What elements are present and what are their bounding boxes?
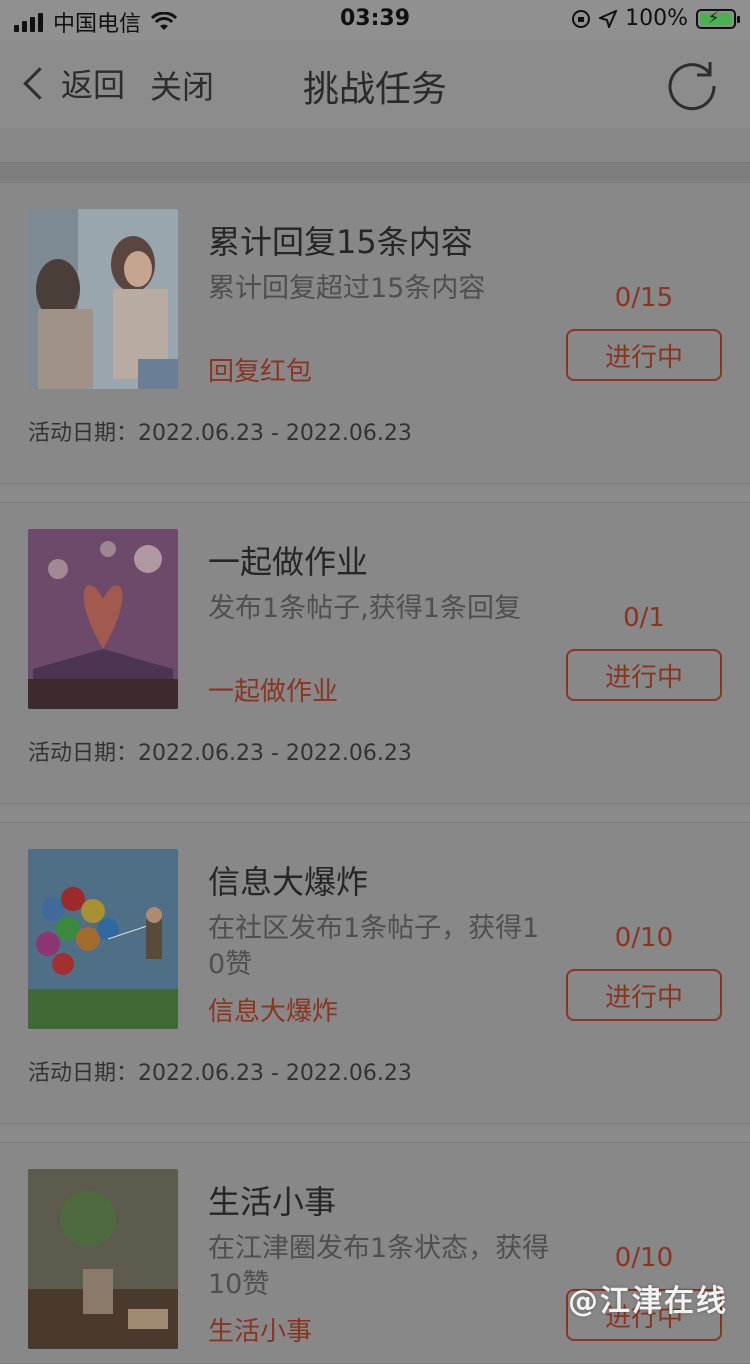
task-status-button[interactable]: 进行中 [566, 329, 722, 381]
task-title: 生活小事 [208, 1183, 337, 1221]
date-range: 2022.06.23 - 2022.06.23 [138, 421, 412, 446]
task-description: 在江津圈发布1条状态，获得10赞 [208, 1233, 550, 1300]
date-prefix: 活动日期： [28, 1061, 139, 1086]
task-progress: 0/10 [614, 1243, 674, 1273]
battery-percent: 100% [625, 6, 688, 31]
task-date: 活动日期：2022.06.23 - 2022.06.23 [28, 1055, 412, 1087]
date-range: 2022.06.23 - 2022.06.23 [138, 741, 412, 766]
task-card[interactable]: 信息大爆炸 在社区发布1条帖子，获得1 0赞 信息大爆炸 0/10 进行中 活动… [0, 822, 750, 1124]
rotation-lock-icon [572, 9, 591, 28]
task-description: 在社区发布1条帖子，获得1 0赞 [208, 913, 540, 980]
status-right: 100% [571, 6, 740, 31]
page-title: 挑战任务 [302, 69, 447, 110]
location-icon [599, 9, 618, 28]
task-date: 活动日期：2022.06.23 - 2022.06.23 [28, 735, 412, 767]
task-thumbnail [28, 849, 178, 1029]
task-reward: 生活小事 [208, 1317, 313, 1347]
task-progress: 0/1 [623, 603, 665, 633]
task-reward: 信息大爆炸 [208, 997, 339, 1027]
task-description: 累计回复超过15条内容 [208, 273, 486, 304]
task-reward: 回复红包 [208, 357, 313, 387]
task-progress: 0/15 [614, 283, 674, 313]
watermark: @江津在线 [568, 1284, 728, 1319]
task-card[interactable]: 生活小事 在江津圈发布1条状态，获得10赞 生活小事 0/10 进行中 [0, 1142, 750, 1364]
task-thumbnail [28, 209, 178, 389]
task-card[interactable]: 累计回复15条内容 累计回复超过15条内容 回复红包 0/15 进行中 活动日期… [0, 182, 750, 484]
divider-strip [0, 128, 750, 183]
nav-bar: 返回 关闭 挑战任务 [0, 40, 750, 129]
refresh-icon[interactable] [664, 56, 720, 112]
task-thumbnail [28, 1169, 178, 1349]
date-range: 2022.06.23 - 2022.06.23 [138, 1061, 412, 1086]
task-status-button[interactable]: 进行中 [566, 969, 722, 1021]
status-bar: 中国电信 03:39 100% [0, 0, 750, 40]
task-card[interactable]: 一起做作业 发布1条帖子,获得1条回复 一起做作业 0/1 进行中 活动日期：2… [0, 502, 750, 804]
date-prefix: 活动日期： [28, 421, 139, 446]
task-title: 一起做作业 [208, 543, 369, 581]
task-title: 信息大爆炸 [208, 863, 369, 901]
task-title: 累计回复15条内容 [208, 223, 473, 261]
task-reward: 一起做作业 [208, 677, 339, 707]
date-prefix: 活动日期： [28, 741, 139, 766]
task-description: 发布1条帖子,获得1条回复 [208, 593, 521, 624]
battery-icon [696, 8, 740, 29]
task-thumbnail [28, 529, 178, 709]
task-status-button[interactable]: 进行中 [566, 649, 722, 701]
task-date: 活动日期：2022.06.23 - 2022.06.23 [28, 415, 412, 447]
task-progress: 0/10 [614, 923, 674, 953]
